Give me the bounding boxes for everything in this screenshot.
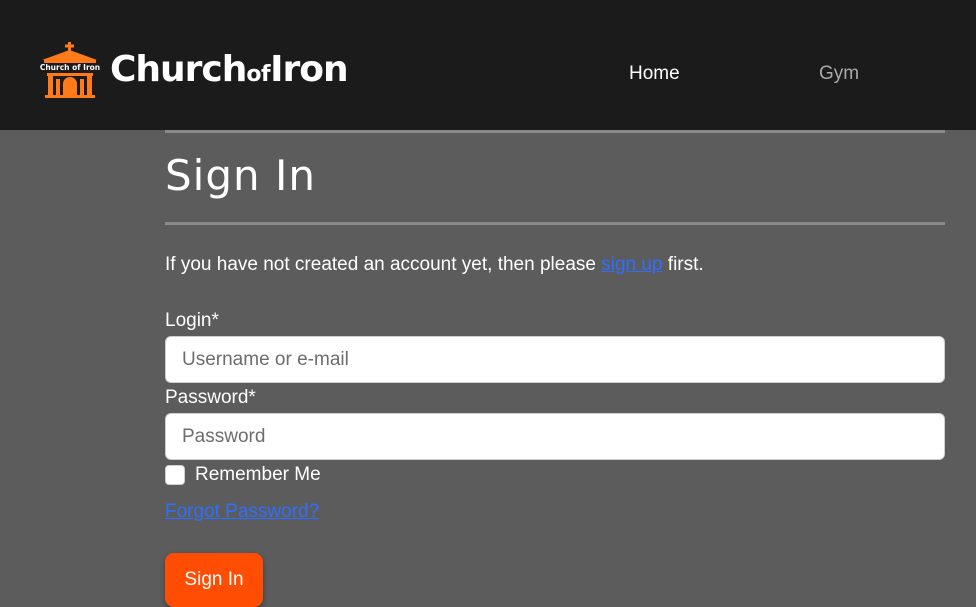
sign-in-button[interactable]: Sign In <box>165 553 263 607</box>
title-divider <box>165 222 945 225</box>
brand-name: ChurchofIron <box>110 49 349 90</box>
remember-me-label: Remember Me <box>195 464 321 485</box>
navbar: Church of Iron ChurchofIron Home Gym <box>0 0 976 130</box>
sign-up-link[interactable]: sign up <box>601 254 662 275</box>
svg-text:Church of Iron: Church of Iron <box>40 63 100 72</box>
password-label: Password* <box>165 387 256 408</box>
remember-me-checkbox[interactable] <box>165 465 185 485</box>
brand-link[interactable]: Church of Iron ChurchofIron <box>36 42 349 98</box>
login-input[interactable] <box>165 336 945 383</box>
password-input[interactable] <box>165 413 945 460</box>
church-logo-icon: Church of Iron <box>40 42 100 98</box>
signin-content: Sign In If you have not created an accou… <box>165 130 945 607</box>
forgot-password-link[interactable]: Forgot Password? <box>165 501 319 523</box>
intro-text: If you have not created an account yet, … <box>165 254 704 275</box>
remember-me-row: Remember Me <box>165 464 321 486</box>
nav-link-gym[interactable]: Gym <box>819 63 859 85</box>
page-title: Sign In <box>165 151 316 200</box>
login-label: Login* <box>165 310 219 331</box>
nav-link-home[interactable]: Home <box>629 63 680 85</box>
